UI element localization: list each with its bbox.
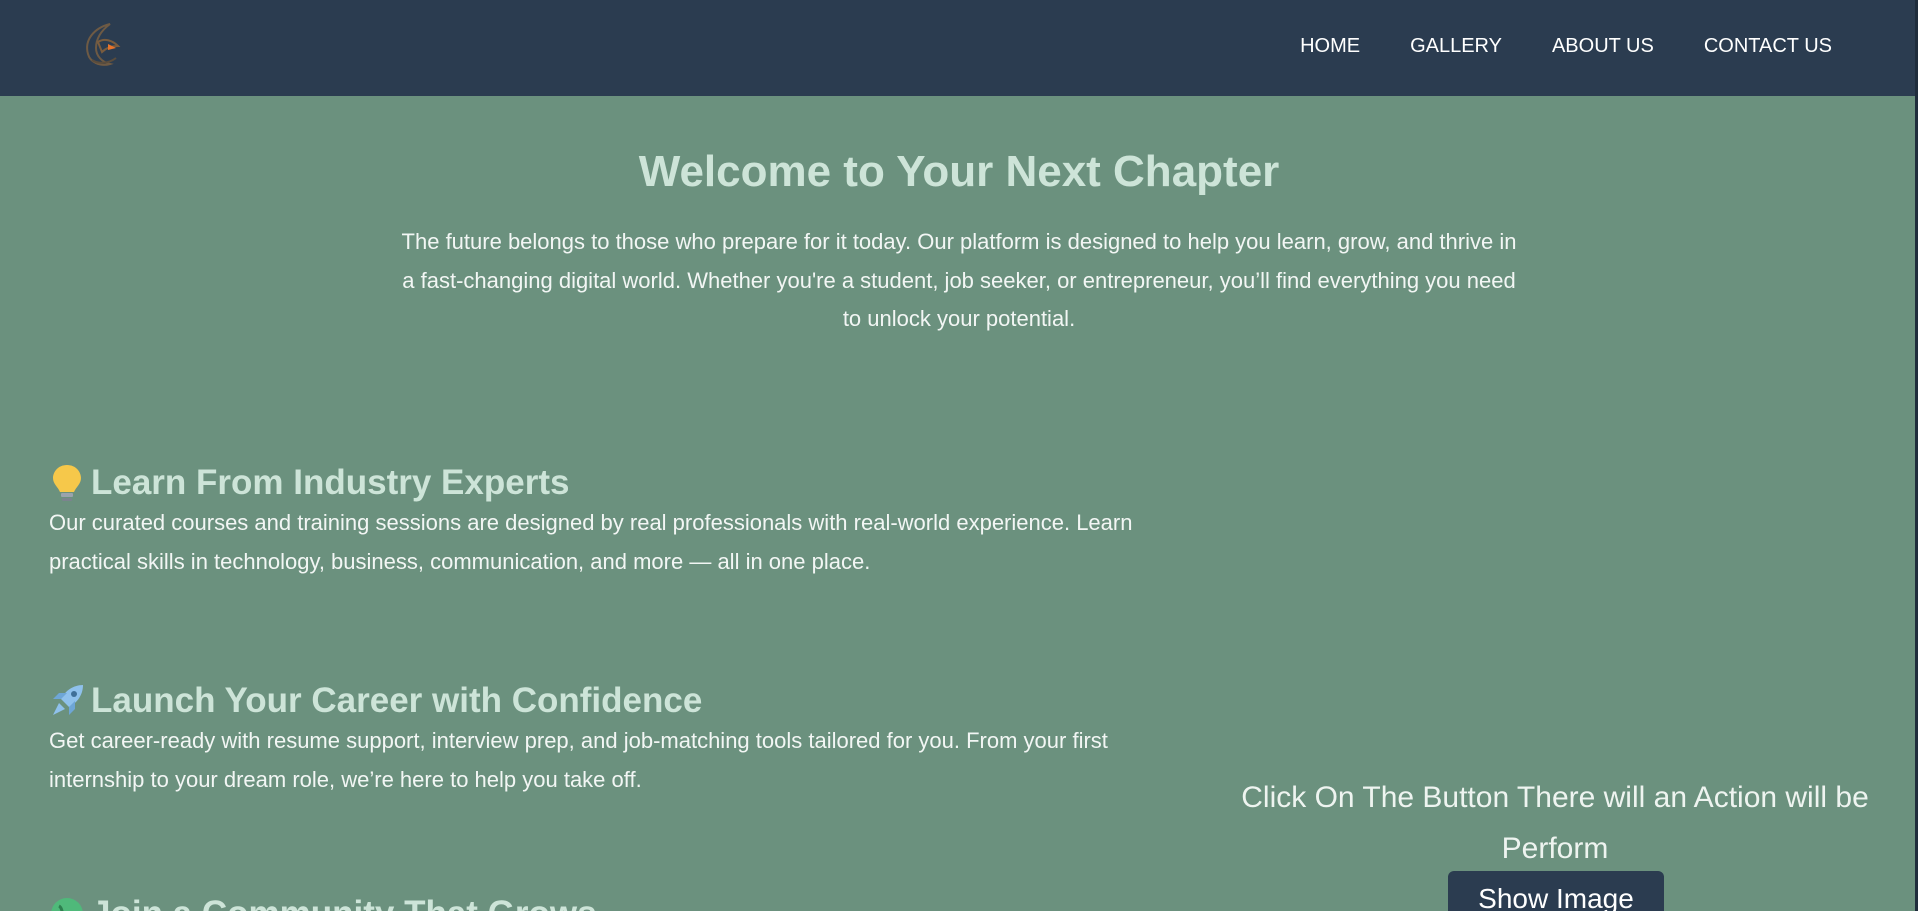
action-instruction-text: Click On The Button There will an Action… [1241,781,1869,865]
feature-heading: Join a Community That Grows [49,893,1169,911]
nav-contact-us-link[interactable]: CONTACT US [1704,32,1832,60]
hero-title: Welcome to Your Next Chapter [638,147,1280,196]
lightbulb-icon [49,463,85,503]
feature-text: Get career-ready with resume support, in… [49,728,1108,792]
feature-heading: Launch Your Career with Confidence [49,680,1169,722]
nav-gallery-link[interactable]: GALLERY [1410,32,1502,60]
rocket-icon [49,681,85,721]
top-navbar: HOME GALLERY ABOUT US CONTACT US [0,0,1918,96]
feature-title: Join a Community That Grows [91,893,597,911]
show-image-button[interactable]: Show Image [1448,871,1664,911]
main-nav: HOME GALLERY ABOUT US CONTACT US [1300,32,1832,60]
logo-icon[interactable] [78,20,128,70]
feature-launch-career: Launch Your Career with Confidence Get c… [49,680,1169,799]
feature-text: Our curated courses and training session… [49,510,1133,574]
feature-title: Learn From Industry Experts [91,463,570,502]
feature-community: Join a Community That Grows [49,893,1169,911]
nav-home-link[interactable]: HOME [1300,32,1360,60]
nav-about-us-link[interactable]: ABOUT US [1552,32,1654,60]
feature-heading: Learn From Industry Experts [49,462,1169,504]
globe-icon [49,894,85,911]
hero-description: The future belongs to those who prepare … [401,229,1517,331]
feature-title: Launch Your Career with Confidence [91,681,703,720]
feature-learn-from-experts: Learn From Industry Experts Our curated … [49,462,1169,581]
